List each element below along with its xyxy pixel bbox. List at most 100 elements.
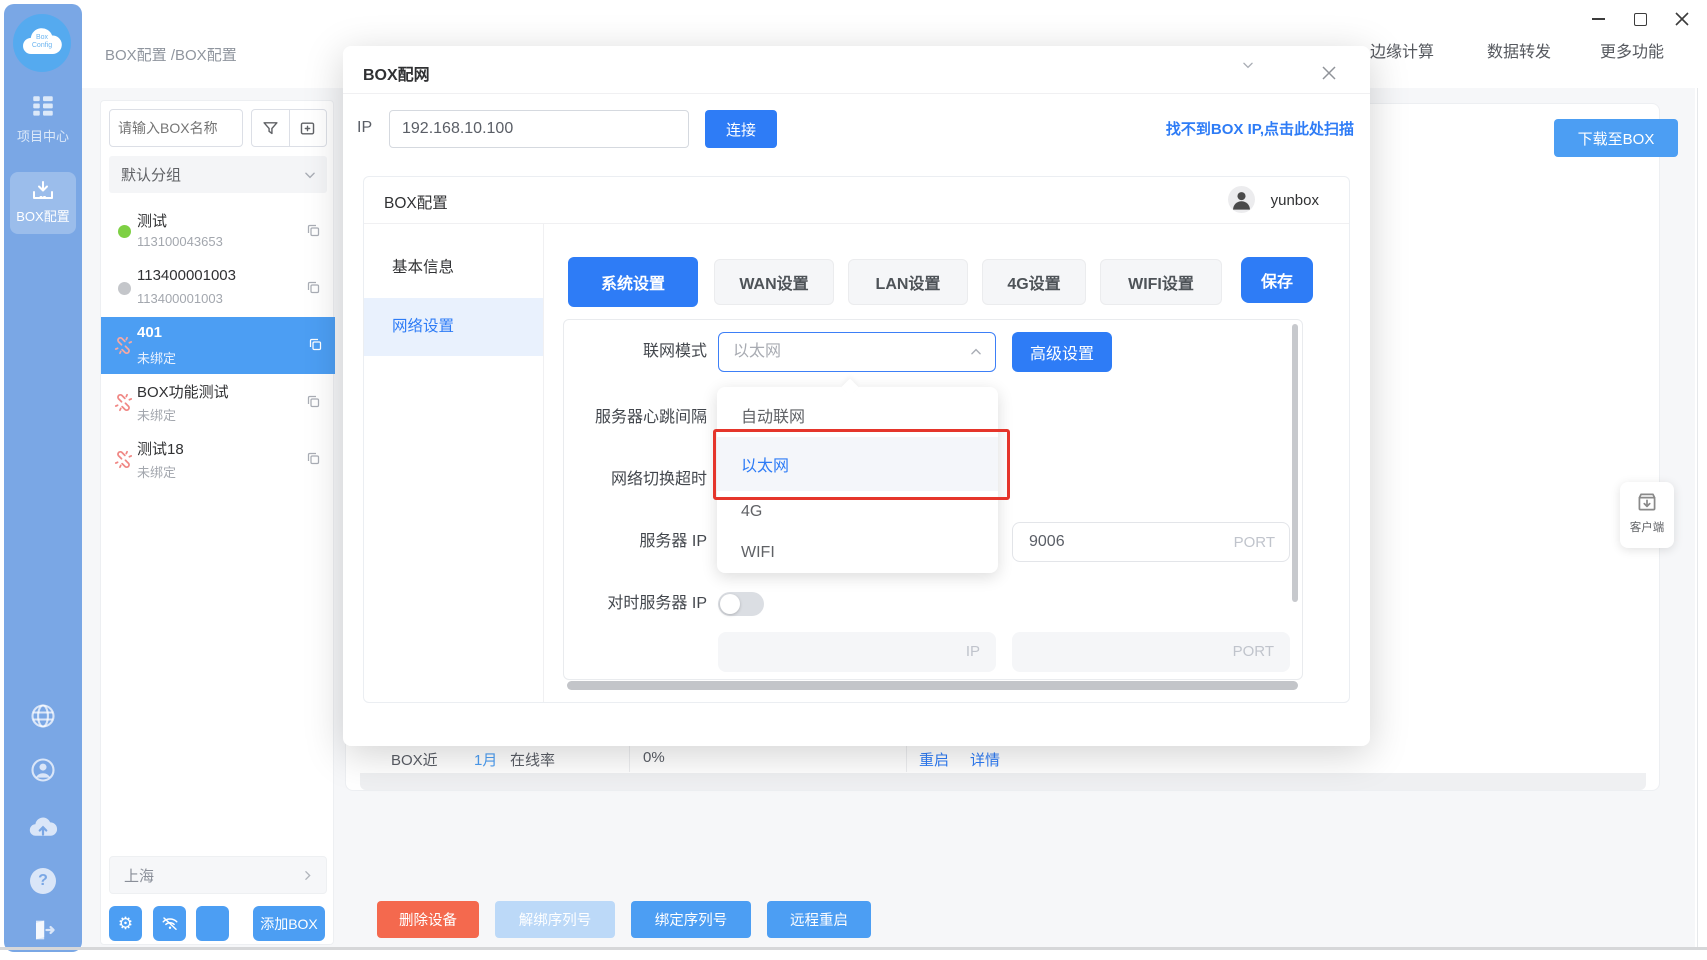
- sidebar-cloud-upload-button[interactable]: [4, 814, 82, 840]
- device-name: 401: [137, 324, 162, 341]
- stats-restart-link[interactable]: 重启: [919, 749, 949, 770]
- download-to-box-button[interactable]: 下载至BOX: [1554, 119, 1678, 157]
- stats-detail-link[interactable]: 详情: [970, 749, 1000, 770]
- device-row-selected[interactable]: 401 未绑定: [101, 317, 335, 374]
- device-row[interactable]: BOX功能测试 未绑定: [101, 374, 333, 431]
- form-label-server-ip: 服务器 IP: [564, 522, 707, 562]
- nav-data-forwarding[interactable]: 数据转发: [1487, 38, 1551, 62]
- chevron-right-icon: [301, 869, 314, 882]
- advanced-settings-button[interactable]: 高级设置: [1012, 332, 1112, 372]
- annotation-highlight-box: [713, 429, 1010, 500]
- network-mode-select[interactable]: 以太网: [718, 332, 996, 372]
- nav-edge-computing[interactable]: 边缘计算: [1370, 38, 1434, 62]
- ip-label: IP: [357, 119, 372, 137]
- device-row[interactable]: 测试18 未绑定: [101, 431, 333, 488]
- sidebar-item-project-center[interactable]: 项目中心: [4, 94, 82, 145]
- device-name: BOX功能测试: [137, 381, 229, 402]
- device-row[interactable]: 113400001003 113400001003: [101, 260, 333, 317]
- time-server-toggle[interactable]: [718, 592, 764, 616]
- toggle-knob: [720, 594, 740, 614]
- side-tab-network-settings[interactable]: 网络设置: [364, 298, 543, 356]
- tab-system-settings[interactable]: 系统设置: [568, 257, 698, 307]
- time-server-port-field[interactable]: PORT: [1012, 632, 1290, 672]
- avatar-person-icon: [1228, 186, 1255, 213]
- broken-link-icon: [114, 393, 133, 412]
- search-input[interactable]: [109, 109, 243, 147]
- device-serial: 113100043653: [137, 234, 223, 249]
- list-toolbar: [251, 109, 327, 147]
- group-header[interactable]: 默认分组: [109, 156, 327, 193]
- modal-close-icon[interactable]: [1321, 65, 1337, 81]
- dropdown-option-wifi[interactable]: WIFI: [717, 533, 998, 573]
- close-window-button[interactable]: [1669, 6, 1695, 32]
- tab-wifi-settings[interactable]: WIFI设置: [1100, 259, 1222, 305]
- client-box-download-icon: [1634, 489, 1660, 515]
- unbind-serial-button[interactable]: 解绑序列号: [495, 901, 615, 938]
- wifi-config-button[interactable]: [153, 906, 186, 941]
- sidebar-logout-button[interactable]: [4, 916, 82, 944]
- stats-next-row-band: [360, 773, 1646, 790]
- logo-text-line1: Box: [13, 34, 71, 42]
- minimize-button[interactable]: [1585, 6, 1611, 32]
- settings-button[interactable]: ⚙: [109, 906, 142, 941]
- globe-icon: [29, 702, 57, 730]
- logout-icon: [29, 916, 57, 944]
- sidebar: Box Config 项目中心 BOX配置: [4, 4, 82, 952]
- copy-icon[interactable]: [306, 451, 321, 466]
- cell-divider: [629, 744, 630, 772]
- copy-icon[interactable]: [308, 337, 323, 352]
- stats-value: 0%: [643, 749, 665, 766]
- device-status: 未绑定: [137, 405, 176, 424]
- sidebar-account-button[interactable]: [4, 756, 82, 784]
- group-label: 默认分组: [121, 164, 181, 185]
- tab-4g-settings[interactable]: 4G设置: [982, 259, 1086, 305]
- box-config-download-icon: [10, 180, 76, 202]
- blank-tool-button[interactable]: [196, 906, 229, 941]
- tab-lan-settings[interactable]: LAN设置: [848, 259, 968, 305]
- wifi-off-icon: [161, 915, 179, 933]
- horizontal-scrollbar[interactable]: [567, 681, 1298, 690]
- bind-serial-button[interactable]: 绑定序列号: [631, 901, 751, 938]
- network-mode-value: 以太网: [733, 333, 781, 371]
- ip-input[interactable]: [389, 110, 689, 148]
- bottom-group-row[interactable]: 上海: [109, 856, 327, 894]
- stats-period-link[interactable]: 1月: [474, 749, 497, 770]
- server-port-field[interactable]: 9006 PORT: [1012, 522, 1290, 562]
- remote-restart-button[interactable]: 远程重启: [767, 901, 871, 938]
- copy-icon[interactable]: [306, 280, 321, 295]
- client-widget[interactable]: 客户端: [1620, 482, 1674, 548]
- copy-icon[interactable]: [306, 394, 321, 409]
- add-group-button[interactable]: [290, 110, 327, 146]
- sidebar-item-box-config[interactable]: BOX配置: [10, 172, 76, 234]
- side-tab-basic-info[interactable]: 基本信息: [364, 244, 543, 292]
- device-serial: 113400001003: [137, 291, 223, 306]
- sidebar-help-button[interactable]: ?: [4, 868, 82, 894]
- vertical-scrollbar[interactable]: [1292, 324, 1298, 602]
- sidebar-globe-button[interactable]: [4, 702, 82, 730]
- chevron-up-icon: [969, 345, 983, 359]
- ip-placeholder: IP: [966, 632, 980, 672]
- right-scroll-track: [1697, 88, 1698, 947]
- save-button[interactable]: 保存: [1241, 257, 1313, 303]
- maximize-button[interactable]: [1627, 6, 1653, 32]
- tab-wan-settings[interactable]: WAN设置: [714, 259, 834, 305]
- device-name: 113400001003: [137, 267, 236, 284]
- window-controls: [1585, 6, 1695, 32]
- filter-button[interactable]: [252, 110, 290, 146]
- nav-more-functions[interactable]: 更多功能: [1600, 38, 1664, 62]
- device-row[interactable]: 测试 113100043653: [101, 203, 333, 260]
- folder-plus-icon: [299, 120, 316, 137]
- scan-link[interactable]: 找不到BOX IP,点击此处扫描: [1166, 118, 1354, 139]
- window-bottom-edge: [0, 947, 1707, 950]
- breadcrumb: BOX配置 /BOX配置: [105, 44, 237, 65]
- time-server-ip-field[interactable]: IP: [718, 632, 996, 672]
- port-placeholder: PORT: [1234, 523, 1275, 563]
- avatar: [1228, 186, 1255, 213]
- copy-icon[interactable]: [306, 223, 321, 238]
- delete-device-button[interactable]: 删除设备: [377, 901, 479, 938]
- cell-divider: [906, 744, 907, 772]
- client-widget-label: 客户端: [1630, 519, 1665, 535]
- add-box-button[interactable]: 添加BOX: [253, 906, 325, 941]
- connect-button[interactable]: 连接: [705, 110, 777, 148]
- collapse-chevron-icon[interactable]: [1241, 58, 1255, 72]
